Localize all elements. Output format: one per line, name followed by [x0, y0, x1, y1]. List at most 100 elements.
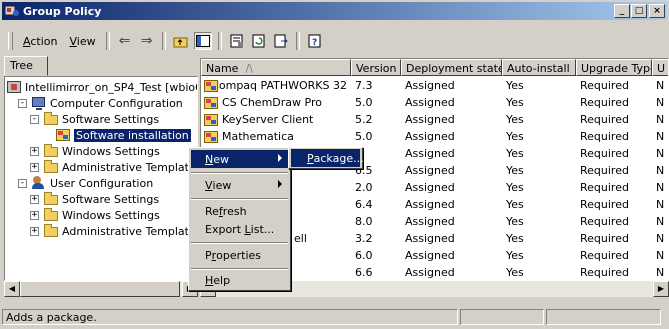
cell-auto: Yes — [506, 96, 524, 109]
column-header-deployment-state[interactable]: Deployment state — [401, 59, 502, 76]
cell-auto: Yes — [506, 266, 524, 279]
maximize-button[interactable]: □ — [631, 4, 647, 18]
cell-u: N — [656, 266, 665, 279]
collapse-icon[interactable]: - — [18, 98, 27, 108]
context-menu-help[interactable]: Help — [191, 271, 288, 289]
folder-icon — [43, 160, 59, 174]
tree-item[interactable]: Intellimirror_on_SP4_Test [wbio0 — [6, 79, 198, 95]
cell-auto: Yes — [506, 198, 524, 211]
cell-upgrade: Required — [580, 147, 629, 160]
tab-tree[interactable]: Tree — [4, 56, 48, 76]
toolbar-separator — [295, 32, 300, 50]
context-menu-refresh[interactable]: Re f resh — [191, 202, 288, 220]
column-header-auto-install[interactable]: Auto-install — [502, 59, 576, 76]
column-header-name[interactable]: Name /\ — [201, 59, 351, 76]
tree-item[interactable]: - User Configuration — [18, 175, 153, 191]
tree-item[interactable]: + Windows Settings — [30, 143, 160, 159]
submenu-arrow-icon — [278, 154, 282, 162]
show-hide-tree-icon[interactable] — [193, 32, 212, 50]
status-pane-3 — [546, 309, 661, 325]
tree-pane[interactable]: Intellimirror_on_SP4_Test [wbio0 - Compute… — [4, 76, 198, 281]
cell-upgrade: Required — [580, 249, 629, 262]
column-header-upgrade-type[interactable]: Upgrade Type — [576, 59, 652, 76]
policy-icon — [6, 80, 22, 94]
tree-item[interactable]: + Windows Settings — [30, 207, 160, 223]
table-row[interactable]: KeyServer Client 5.2 Assigned Yes Required N — [201, 111, 668, 128]
up-folder-icon[interactable] — [172, 32, 190, 50]
group-policy-window: Group Policy _ □ × Action View ⇐ ⇒ ? Tre… — [0, 0, 669, 329]
cell-version: 5.0 — [355, 130, 373, 143]
cell-upgrade: Required — [580, 96, 629, 109]
forward-arrow-icon[interactable]: ⇒ — [138, 32, 156, 50]
cell-name-text: CS ChemDraw Pro — [222, 96, 322, 109]
window-title: Group Policy — [23, 4, 102, 18]
package-icon — [55, 128, 71, 142]
cell-version: 6.0 — [355, 249, 373, 262]
tree-item[interactable]: + Software Settings — [30, 191, 159, 207]
folder-icon — [43, 112, 59, 126]
context-menu-properties[interactable]: Pr operties — [191, 246, 288, 264]
cell-version: 2.0 — [355, 181, 373, 194]
cell-version: 5.2 — [355, 113, 373, 126]
cell-auto: Yes — [506, 147, 524, 160]
expand-icon[interactable]: + — [30, 162, 39, 172]
minimize-button[interactable]: _ — [614, 4, 630, 18]
help-icon[interactable]: ? — [306, 32, 324, 50]
back-arrow-icon[interactable]: ⇐ — [116, 32, 134, 50]
menu-separator — [191, 172, 288, 174]
table-row[interactable]: Mathematica 5.0 Assigned Yes Required N — [201, 128, 668, 145]
cell-u: N — [656, 96, 665, 109]
cell-upgrade: Required — [580, 181, 629, 194]
cell-name-text: KeyServer Client — [222, 113, 314, 126]
cell-upgrade: Required — [580, 164, 629, 177]
cell-version: 8.0 — [355, 215, 373, 228]
collapse-icon[interactable]: - — [18, 178, 27, 188]
tree-item[interactable]: + Administrative Template — [30, 223, 196, 239]
collapse-icon[interactable]: - — [30, 114, 39, 124]
close-button[interactable]: × — [649, 4, 665, 18]
cell-u: N — [656, 164, 665, 177]
context-menu-export-list[interactable]: Export List... — [191, 220, 288, 238]
scroll-thumb[interactable] — [20, 281, 180, 297]
new-submenu: Package... — [288, 147, 364, 169]
tree-item-label: Intellimirror_on_SP4_Test [wbio0 — [25, 80, 198, 94]
expand-icon[interactable]: + — [30, 210, 39, 220]
refresh-icon[interactable] — [250, 32, 268, 50]
expand-icon[interactable]: + — [30, 146, 39, 156]
expand-icon[interactable]: + — [30, 226, 39, 236]
submenu-package[interactable]: Package... — [291, 149, 364, 167]
cell-name: CS ChemDraw Pro — [201, 96, 351, 110]
cell-name-text: Mathematica — [222, 130, 294, 143]
export-list-icon[interactable] — [272, 32, 290, 50]
table-row[interactable]: Compaq PATHWORKS 32 7.3 Assigned Yes Require… — [201, 77, 668, 94]
tree-item[interactable]: Software installation — [42, 127, 191, 143]
context-menu-new[interactable]: New — [191, 150, 288, 168]
context-menu-view[interactable]: View — [191, 176, 288, 194]
cell-u: N — [656, 181, 665, 194]
expand-icon[interactable]: + — [30, 194, 39, 204]
menu-action[interactable]: Action — [17, 35, 63, 48]
scroll-left-button[interactable]: ◀ — [4, 281, 20, 297]
cell-name: Compaq PATHWORKS 32 — [201, 79, 351, 93]
scroll-right-button[interactable]: ▶ — [653, 281, 669, 297]
context-menu: New View Re f resh Export List... Pr operti… — [188, 147, 291, 291]
folder-icon — [43, 192, 59, 206]
properties-icon[interactable] — [228, 32, 246, 50]
cell-version: 3.2 — [355, 232, 373, 245]
toolbar-grip[interactable] — [8, 32, 13, 50]
tree-item[interactable]: + Administrative Template — [30, 159, 196, 175]
cell-version: 6.4 — [355, 198, 373, 211]
title-bar[interactable]: Group Policy _ □ × — [2, 2, 667, 20]
toolbar-separator — [105, 32, 110, 50]
folder-icon — [43, 224, 59, 238]
table-row[interactable]: CS ChemDraw Pro 5.0 Assigned Yes Required N — [201, 94, 668, 111]
column-header-version[interactable]: Version — [351, 59, 401, 76]
tree-item[interactable]: - Software Settings — [30, 111, 159, 127]
computer-icon — [31, 96, 47, 110]
menu-view[interactable]: View — [63, 35, 101, 48]
tree-item[interactable]: - Computer Configuration — [18, 95, 183, 111]
column-header-u[interactable]: U — [652, 59, 668, 76]
cell-state: Assigned — [405, 164, 455, 177]
tree-item-label: User Configuration — [50, 176, 154, 190]
tree-horizontal-scrollbar[interactable]: ◀ ▶ — [4, 281, 198, 297]
